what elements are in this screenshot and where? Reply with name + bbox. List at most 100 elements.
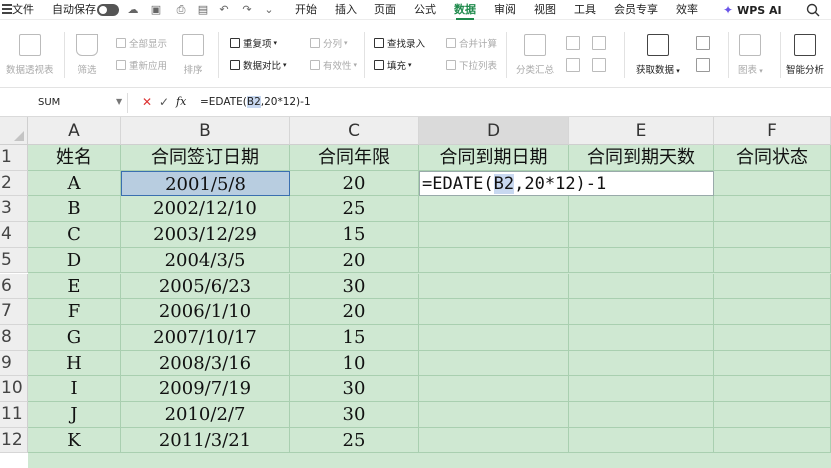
table-cell[interactable] [714,196,831,223]
table-cell[interactable] [714,350,831,377]
row-header-5[interactable]: 5 [0,247,28,274]
table-cell[interactable] [419,196,569,223]
table-cell[interactable]: F [28,299,121,325]
table-header-cell[interactable]: 姓名 [28,145,121,171]
chart-button[interactable]: 图表 ▾ [738,34,763,76]
preview-icon[interactable]: ▤ [196,3,210,17]
column-header-e[interactable]: E [569,117,714,145]
group-icon[interactable] [566,36,580,50]
menu-icon[interactable] [2,4,12,15]
table-cell[interactable] [419,299,569,325]
print-icon[interactable]: ⎙ [174,3,188,17]
table-cell[interactable]: 20 [290,299,419,325]
table-cell[interactable] [714,247,831,274]
table-cell[interactable]: J [28,402,121,428]
table-header-cell[interactable]: 合同年限 [290,145,419,171]
tab-data[interactable]: 数据 [454,2,476,20]
cloud-icon[interactable]: ☁ [126,3,140,17]
row-header-12[interactable]: 12 [0,427,28,454]
smart-analysis-button[interactable]: 智能分析 [786,34,824,76]
ungroup-icon[interactable] [566,58,580,72]
table-cell[interactable]: 30 [290,402,419,428]
tab-tools[interactable]: 工具 [574,2,596,18]
row-header-7[interactable]: 7 [0,299,28,325]
sort-button[interactable]: 排序 [182,34,204,76]
column-header-f[interactable]: F [714,117,831,145]
table-cell[interactable] [569,427,714,454]
wps-ai-button[interactable]: ✦ WPS AI [723,2,782,18]
table-cell[interactable]: G [28,324,121,351]
table-cell[interactable] [714,299,831,325]
cancel-icon[interactable]: ✕ [142,95,152,109]
formula-input[interactable]: =EDATE(B2,20*12)-1 [200,95,311,109]
split-button[interactable]: 分列 ▾ [310,36,348,50]
validity-button[interactable]: 有效性 ▾ [310,58,357,72]
row-header-9[interactable]: 9 [0,350,28,377]
table-cell[interactable]: 2002/12/10 [121,196,290,223]
search-icon[interactable] [806,3,820,17]
table-header-cell[interactable]: 合同状态 [714,145,831,171]
duplicates-button[interactable]: 重复项 ▾ [230,36,277,50]
table-cell[interactable] [714,273,831,300]
row-header-6[interactable]: 6 [0,273,28,300]
table-cell[interactable] [569,402,714,428]
table-cell[interactable] [714,324,831,351]
table-cell[interactable]: 2007/10/17 [121,324,290,351]
table-cell[interactable] [569,196,714,223]
table-cell[interactable] [419,324,569,351]
tab-view[interactable]: 视图 [534,2,556,18]
table-cell[interactable] [714,222,831,248]
reapply-button[interactable]: 重新应用 [116,58,167,72]
table-cell[interactable] [419,247,569,274]
fill-button[interactable]: 填充 ▾ [374,58,412,72]
table-header-cell[interactable]: 合同到期天数 [569,145,714,171]
get-data-button[interactable]: 获取数据 ▾ [636,34,680,76]
table-cell[interactable]: E [28,273,121,300]
table-cell[interactable] [714,402,831,428]
dropdown-list-button[interactable]: 下拉列表 [446,58,497,72]
table-cell[interactable]: I [28,376,121,402]
column-header-b[interactable]: B [121,117,290,145]
table-cell[interactable]: 2003/12/29 [121,222,290,248]
table-header-cell[interactable]: 合同到期日期 [419,145,569,171]
table-cell[interactable]: 25 [290,196,419,223]
table-cell[interactable] [569,350,714,377]
row-header-11[interactable]: 11 [0,402,28,428]
table-cell[interactable]: 2005/6/23 [121,273,290,300]
tab-formula[interactable]: 公式 [414,2,436,18]
show-all-button[interactable]: 全部显示 [116,36,167,50]
name-box[interactable]: SUM [4,93,128,113]
save-icon[interactable]: ▣ [149,3,163,17]
table-cell[interactable]: A [28,170,121,197]
expand-icon[interactable] [592,36,606,50]
table-cell[interactable] [714,376,831,402]
table-cell[interactable]: 30 [290,376,419,402]
table-cell[interactable]: 2011/3/21 [121,427,290,454]
table-cell[interactable] [569,273,714,300]
subtotal-button[interactable]: 分类汇总 [516,34,554,76]
collapse-icon[interactable] [592,58,606,72]
filter-button[interactable]: 筛选 [76,34,98,76]
select-all-corner[interactable] [0,117,28,145]
row-header-1[interactable]: 1 [0,145,28,171]
table-cell[interactable] [569,324,714,351]
table-cell[interactable] [569,222,714,248]
find-entry-button[interactable]: 查找录入 [374,36,425,50]
tab-efficiency[interactable]: 效率 [676,2,698,18]
table-cell[interactable]: 2008/3/16 [121,350,290,377]
file-menu[interactable]: 文件 [12,2,34,18]
confirm-icon[interactable]: ✓ [159,95,169,109]
table-cell[interactable]: 2010/2/7 [121,402,290,428]
tab-home[interactable]: 开始 [295,2,317,18]
redo-icon[interactable]: ↷ [240,3,254,17]
undo-icon[interactable]: ↶ [217,3,231,17]
table-cell[interactable]: D [28,247,121,274]
connections-icon[interactable] [696,58,710,72]
table-cell[interactable] [569,247,714,274]
table-cell[interactable]: 20 [290,247,419,274]
table-cell[interactable]: 15 [290,324,419,351]
table-cell[interactable]: B [28,196,121,223]
table-cell[interactable] [419,402,569,428]
tab-member[interactable]: 会员专享 [614,2,658,18]
pivot-table-button[interactable]: 数据透视表 [6,34,54,76]
